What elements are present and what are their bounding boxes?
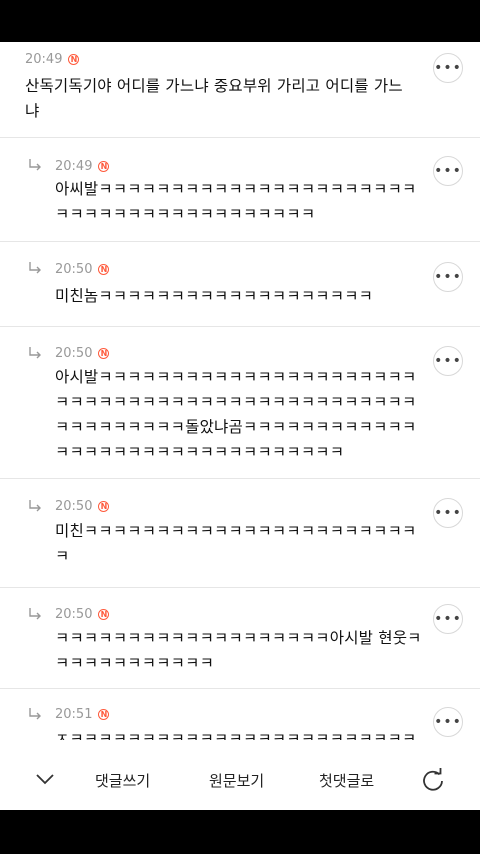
new-badge-icon: N [98,264,110,275]
bottom-action-bar: 댓글쓰기 원문보기 첫댓글로 [0,740,480,810]
more-options-button[interactable]: ••• [433,156,463,186]
comment-text: ㅋㅋㅋㅋㅋㅋㅋㅋㅋㅋㅋㅋㅋㅋㅋㅋㅋㅋㅋ아시발 현웃ㅋ ㅋㅋㅋㅋㅋㅋㅋㅋㅋㅋㅋ [55,629,422,672]
more-options-button[interactable]: ••• [433,498,463,528]
comment-time: 20:49 [55,159,93,174]
new-badge-icon: N [98,609,110,620]
view-original-button[interactable]: 원문보기 [209,770,264,791]
reply-arrow-icon [29,262,41,274]
reply-item: 20:50 N 미친놈ㅋㅋㅋㅋㅋㅋㅋㅋㅋㅋㅋㅋㅋㅋㅋㅋㅋㅋㅋ ••• [0,242,480,327]
comment-text: 산독기독기야 어디를 가느냐 중요부위 가리고 어디를 가느 냐 [25,77,403,120]
more-options-button[interactable]: ••• [433,346,463,376]
reply-arrow-icon [29,500,41,512]
comment-time: 20:49 [25,52,63,67]
reply-arrow-icon [29,608,41,620]
new-badge-icon: N [98,348,110,359]
comment-text: 아시발ㅋㅋㅋㅋㅋㅋㅋㅋㅋㅋㅋㅋㅋㅋㅋㅋㅋㅋㅋㅋㅋㅋ ㅋㅋㅋㅋㅋㅋㅋㅋㅋㅋㅋㅋㅋㅋ… [55,368,417,461]
reply-item: 20:49 N 아씨발ㅋㅋㅋㅋㅋㅋㅋㅋㅋㅋㅋㅋㅋㅋㅋㅋㅋㅋㅋㅋㅋㅋ ㅋㅋㅋㅋㅋㅋ… [0,138,480,242]
comment-time: 20:50 [55,346,93,361]
comment-text: 미친놈ㅋㅋㅋㅋㅋㅋㅋㅋㅋㅋㅋㅋㅋㅋㅋㅋㅋㅋㅋ [55,287,374,305]
comment-screen: 20:49 N 산독기독기야 어디를 가느냐 중요부위 가리고 어디를 가느 냐… [0,42,480,810]
refresh-icon[interactable] [420,768,446,794]
new-badge-icon: N [68,54,80,65]
reply-item: 20:50 N ㅋㅋㅋㅋㅋㅋㅋㅋㅋㅋㅋㅋㅋㅋㅋㅋㅋㅋㅋ아시발 현웃ㅋ ㅋㅋㅋㅋㅋ… [0,588,480,689]
comment-meta: 20:50 N [55,262,110,277]
reply-arrow-icon [29,708,41,720]
comment-meta: 20:49 N [25,52,80,67]
comment-item: 20:49 N 산독기독기야 어디를 가느냐 중요부위 가리고 어디를 가느 냐… [0,42,480,138]
more-options-button[interactable]: ••• [433,604,463,634]
comment-time: 20:50 [55,607,93,622]
comment-time: 20:51 [55,707,93,722]
write-comment-button[interactable]: 댓글쓰기 [95,770,150,791]
comment-meta: 20:51 N [55,707,110,722]
first-comment-button[interactable]: 첫댓글로 [319,770,374,791]
comment-meta: 20:50 N [55,607,110,622]
new-badge-icon: N [98,501,110,512]
comment-text: 아씨발ㅋㅋㅋㅋㅋㅋㅋㅋㅋㅋㅋㅋㅋㅋㅋㅋㅋㅋㅋㅋㅋㅋ ㅋㅋㅋㅋㅋㅋㅋㅋㅋㅋㅋㅋㅋㅋ… [55,180,417,223]
more-options-button[interactable]: ••• [433,53,463,83]
comment-time: 20:50 [55,499,93,514]
comment-text: 미친ㅋㅋㅋㅋㅋㅋㅋㅋㅋㅋㅋㅋㅋㅋㅋㅋㅋㅋㅋㅋㅋㅋㅋ ㅋ [55,522,417,565]
reply-arrow-icon [29,159,41,171]
new-badge-icon: N [98,161,110,172]
chevron-down-icon[interactable] [36,773,54,785]
comment-meta: 20:50 N [55,346,110,361]
comment-time: 20:50 [55,262,93,277]
reply-arrow-icon [29,347,41,359]
reply-item: 20:50 N 아시발ㅋㅋㅋㅋㅋㅋㅋㅋㅋㅋㅋㅋㅋㅋㅋㅋㅋㅋㅋㅋㅋㅋ ㅋㅋㅋㅋㅋㅋ… [0,327,480,479]
comment-meta: 20:49 N [55,159,110,174]
more-options-button[interactable]: ••• [433,262,463,292]
reply-item: 20:50 N 미친ㅋㅋㅋㅋㅋㅋㅋㅋㅋㅋㅋㅋㅋㅋㅋㅋㅋㅋㅋㅋㅋㅋㅋ ㅋ ••• [0,479,480,588]
more-options-button[interactable]: ••• [433,707,463,737]
new-badge-icon: N [98,709,110,720]
comment-meta: 20:50 N [55,499,110,514]
